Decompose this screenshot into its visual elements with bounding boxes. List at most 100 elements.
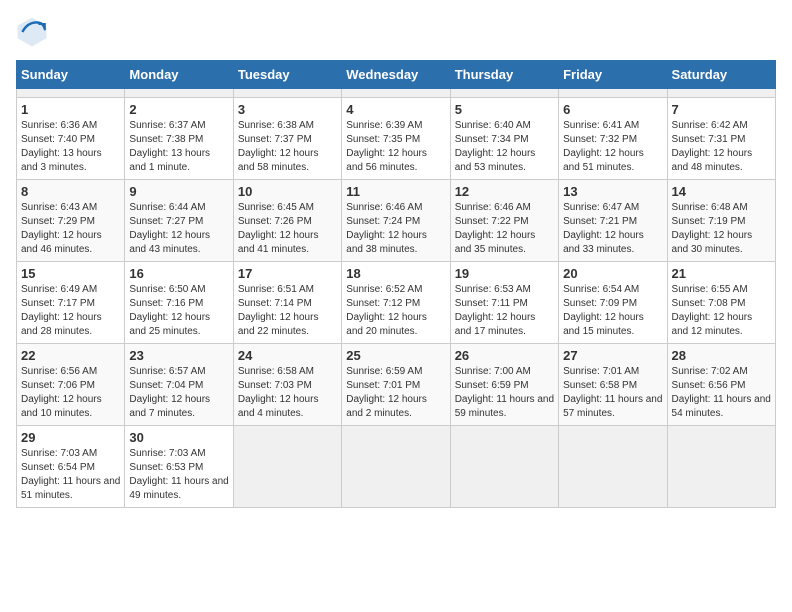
day-number: 8 [21,184,120,199]
day-number: 1 [21,102,120,117]
calendar-cell [450,89,558,98]
calendar-cell: 30Sunrise: 7:03 AMSunset: 6:53 PMDayligh… [125,426,233,508]
calendar-week-1: 1 Sunrise: 6:36 AMSunset: 7:40 PMDaylight… [17,98,776,180]
calendar-cell: 25Sunrise: 6:59 AMSunset: 7:01 PMDayligh… [342,344,450,426]
day-info: Sunrise: 6:52 AMSunset: 7:12 PMDaylight:… [346,283,445,339]
day-info: Sunrise: 6:36 AMSunset: 7:40 PMDaylight:… [21,119,120,175]
day-number: 10 [238,184,337,199]
day-info: Sunrise: 6:47 AMSunset: 7:21 PMDaylight:… [563,201,662,257]
calendar-cell [667,426,775,508]
calendar-cell: 5 Sunrise: 6:40 AMSunset: 7:34 PMDaylight… [450,98,558,180]
calendar-cell: 24Sunrise: 6:58 AMSunset: 7:03 PMDayligh… [233,344,341,426]
day-number: 22 [21,348,120,363]
day-number: 5 [455,102,554,117]
day-number: 13 [563,184,662,199]
calendar-week-3: 15Sunrise: 6:49 AMSunset: 7:17 PMDayligh… [17,262,776,344]
calendar-cell: 9 Sunrise: 6:44 AMSunset: 7:27 PMDaylight… [125,180,233,262]
calendar-cell: 23Sunrise: 6:57 AMSunset: 7:04 PMDayligh… [125,344,233,426]
calendar-cell: 4 Sunrise: 6:39 AMSunset: 7:35 PMDaylight… [342,98,450,180]
day-number: 18 [346,266,445,281]
day-info: Sunrise: 7:01 AMSunset: 6:58 PMDaylight:… [563,365,662,421]
calendar-cell: 27Sunrise: 7:01 AMSunset: 6:58 PMDayligh… [559,344,667,426]
day-number: 29 [21,430,120,445]
calendar-cell: 16 Sunrise: 6:50 AMSunset: 7:16 PMDayligh… [125,262,233,344]
day-number: 28 [672,348,771,363]
day-number: 15 [21,266,120,281]
day-info: Sunrise: 6:44 AMSunset: 7:27 PMDaylight:… [129,201,228,257]
calendar-cell: 17 Sunrise: 6:51 AMSunset: 7:14 PMDayligh… [233,262,341,344]
calendar-cell [450,426,558,508]
calendar-cell: 7 Sunrise: 6:42 AMSunset: 7:31 PMDaylight… [667,98,775,180]
day-info: Sunrise: 6:42 AMSunset: 7:31 PMDaylight:… [672,119,771,175]
calendar-week-0 [17,89,776,98]
calendar-week-4: 22 Sunrise: 6:56 AMSunset: 7:06 PMDayligh… [17,344,776,426]
calendar-cell: 6Sunrise: 6:41 AMSunset: 7:32 PMDaylight… [559,98,667,180]
day-info: Sunrise: 6:37 AMSunset: 7:38 PMDaylight:… [129,119,228,175]
day-info: Sunrise: 6:39 AMSunset: 7:35 PMDaylight:… [346,119,445,175]
day-info: Sunrise: 6:41 AMSunset: 7:32 PMDaylight:… [563,119,662,175]
day-number: 21 [672,266,771,281]
col-header-saturday: Saturday [667,61,775,89]
day-number: 17 [238,266,337,281]
calendar-cell [342,426,450,508]
calendar-cell: 15Sunrise: 6:49 AMSunset: 7:17 PMDayligh… [17,262,125,344]
calendar-cell [233,426,341,508]
calendar-cell: 22 Sunrise: 6:56 AMSunset: 7:06 PMDayligh… [17,344,125,426]
calendar-cell [233,89,341,98]
calendar-cell [667,89,775,98]
day-info: Sunrise: 6:51 AMSunset: 7:14 PMDaylight:… [238,283,337,339]
day-info: Sunrise: 7:02 AMSunset: 6:56 PMDaylight:… [672,365,771,421]
col-header-tuesday: Tuesday [233,61,341,89]
day-info: Sunrise: 6:55 AMSunset: 7:08 PMDaylight:… [672,283,771,339]
calendar-cell: 14Sunrise: 6:48 AMSunset: 7:19 PMDayligh… [667,180,775,262]
day-info: Sunrise: 6:46 AMSunset: 7:22 PMDaylight:… [455,201,554,257]
calendar-cell [125,89,233,98]
day-info: Sunrise: 6:59 AMSunset: 7:01 PMDaylight:… [346,365,445,421]
day-number: 7 [672,102,771,117]
day-number: 26 [455,348,554,363]
day-info: Sunrise: 6:46 AMSunset: 7:24 PMDaylight:… [346,201,445,257]
calendar-cell [17,89,125,98]
day-info: Sunrise: 7:00 AMSunset: 6:59 PMDaylight:… [455,365,554,421]
day-info: Sunrise: 6:50 AMSunset: 7:16 PMDaylight:… [129,283,228,339]
calendar-cell: 28 Sunrise: 7:02 AMSunset: 6:56 PMDayligh… [667,344,775,426]
day-number: 2 [129,102,228,117]
calendar-cell: 18 Sunrise: 6:52 AMSunset: 7:12 PMDayligh… [342,262,450,344]
day-info: Sunrise: 6:56 AMSunset: 7:06 PMDaylight:… [21,365,120,421]
calendar-cell: 29Sunrise: 7:03 AMSunset: 6:54 PMDayligh… [17,426,125,508]
calendar-cell [559,89,667,98]
calendar-cell: 19Sunrise: 6:53 AMSunset: 7:11 PMDayligh… [450,262,558,344]
day-number: 19 [455,266,554,281]
page-header [16,16,776,48]
day-number: 9 [129,184,228,199]
calendar-cell: 2 Sunrise: 6:37 AMSunset: 7:38 PMDaylight… [125,98,233,180]
logo-icon [16,16,48,48]
calendar-cell: 26 Sunrise: 7:00 AMSunset: 6:59 PMDayligh… [450,344,558,426]
logo [16,16,50,48]
calendar-week-5: 29Sunrise: 7:03 AMSunset: 6:54 PMDayligh… [17,426,776,508]
day-number: 30 [129,430,228,445]
calendar-cell: 3Sunrise: 6:38 AMSunset: 7:37 PMDaylight… [233,98,341,180]
day-info: Sunrise: 6:54 AMSunset: 7:09 PMDaylight:… [563,283,662,339]
day-info: Sunrise: 6:48 AMSunset: 7:19 PMDaylight:… [672,201,771,257]
calendar-cell: 20 Sunrise: 6:54 AMSunset: 7:09 PMDayligh… [559,262,667,344]
col-header-monday: Monday [125,61,233,89]
col-header-sunday: Sunday [17,61,125,89]
col-header-wednesday: Wednesday [342,61,450,89]
col-header-friday: Friday [559,61,667,89]
day-info: Sunrise: 6:40 AMSunset: 7:34 PMDaylight:… [455,119,554,175]
day-info: Sunrise: 6:45 AMSunset: 7:26 PMDaylight:… [238,201,337,257]
calendar-cell: 11Sunrise: 6:46 AMSunset: 7:24 PMDayligh… [342,180,450,262]
calendar-cell [342,89,450,98]
calendar-cell: 10 Sunrise: 6:45 AMSunset: 7:26 PMDayligh… [233,180,341,262]
calendar-header-row: SundayMondayTuesdayWednesdayThursdayFrid… [17,61,776,89]
day-number: 16 [129,266,228,281]
day-info: Sunrise: 6:43 AMSunset: 7:29 PMDaylight:… [21,201,120,257]
day-number: 4 [346,102,445,117]
day-number: 23 [129,348,228,363]
calendar-cell: 12 Sunrise: 6:46 AMSunset: 7:22 PMDayligh… [450,180,558,262]
day-number: 3 [238,102,337,117]
calendar-table: SundayMondayTuesdayWednesdayThursdayFrid… [16,60,776,508]
day-number: 12 [455,184,554,199]
day-number: 20 [563,266,662,281]
